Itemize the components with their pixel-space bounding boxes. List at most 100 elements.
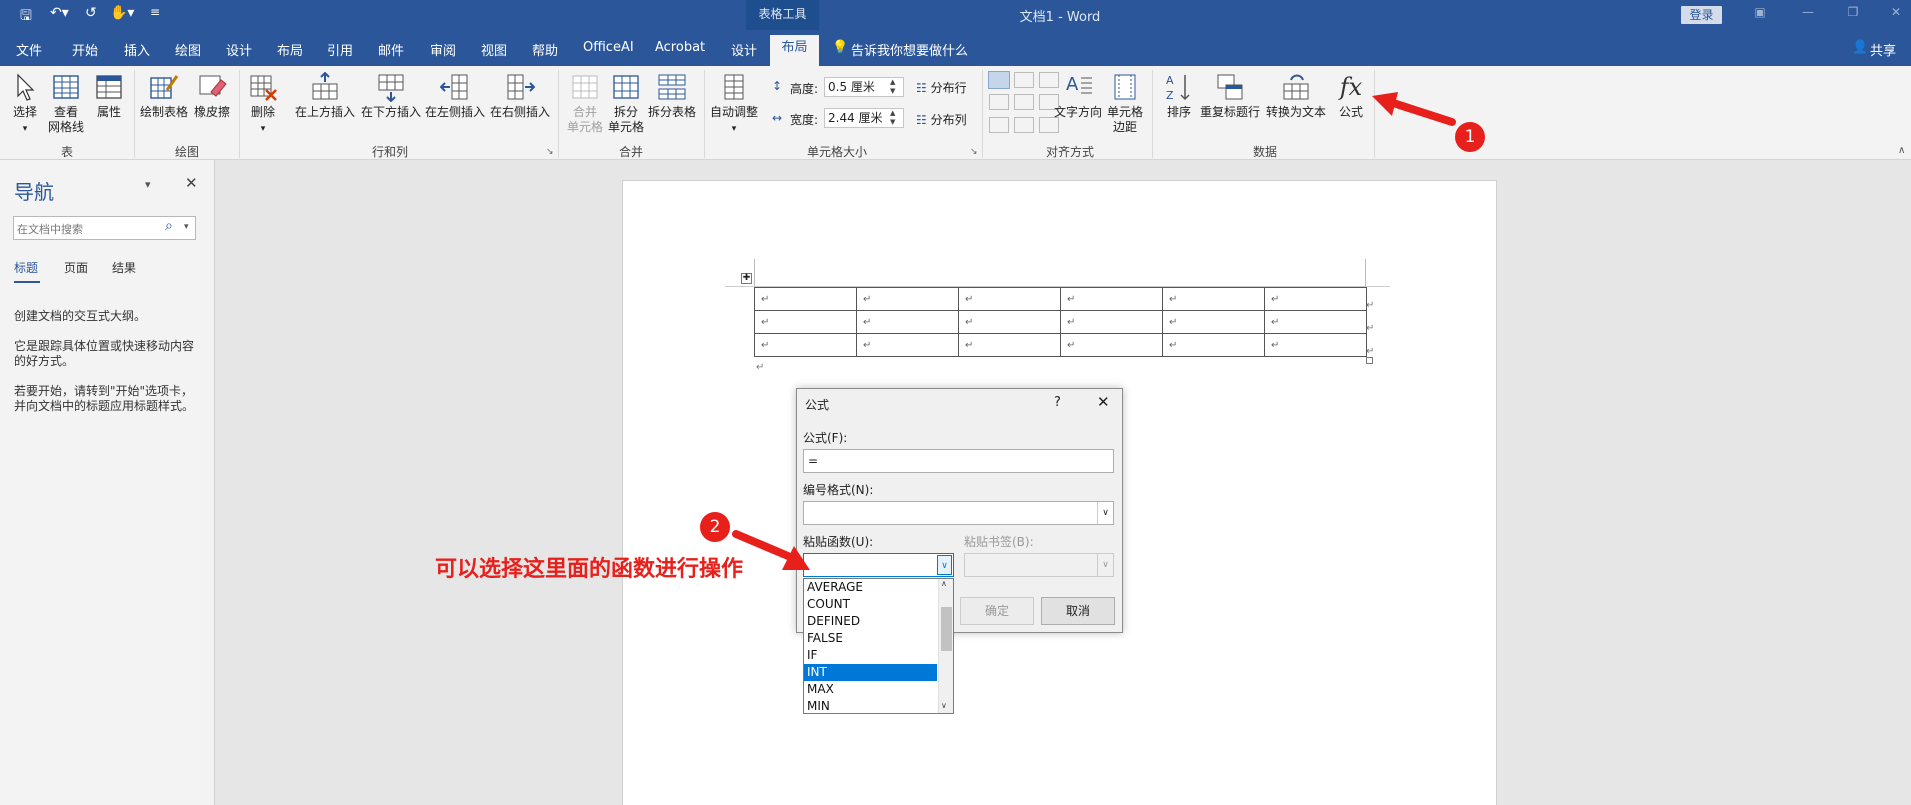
function-list-item[interactable]: MIN: [804, 698, 937, 713]
align-bottom-left-icon[interactable]: [989, 117, 1009, 133]
nav-tab-results[interactable]: 结果: [112, 259, 136, 276]
list-scrollbar[interactable]: ∧ ∨: [938, 579, 953, 713]
function-list-item[interactable]: FALSE: [804, 630, 937, 647]
properties-button[interactable]: 属性: [94, 72, 124, 120]
distribute-cols-button[interactable]: ☷ 分布列: [916, 111, 967, 128]
select-button[interactable]: 选择 ▾: [10, 72, 40, 137]
table-cell[interactable]: ↵: [856, 333, 959, 357]
nav-search-input[interactable]: 在文档中搜索 ⌕ ▾: [13, 216, 196, 240]
function-list-item[interactable]: AVERAGE: [804, 579, 937, 596]
chevron-down-icon[interactable]: ∨: [1097, 502, 1113, 524]
table-cell[interactable]: ↵: [958, 287, 1061, 311]
close-window-icon[interactable]: ✕: [1883, 5, 1909, 23]
chevron-down-icon[interactable]: ∨: [1097, 554, 1113, 576]
dialog-launcher-icon[interactable]: ↘: [970, 147, 978, 157]
table-cell[interactable]: ↵: [1264, 310, 1367, 334]
table-cell[interactable]: ↵: [856, 287, 959, 311]
nav-options-icon[interactable]: ▾: [145, 178, 151, 191]
nav-tab-pages[interactable]: 页面: [64, 259, 88, 276]
table-cell[interactable]: ↵: [1162, 310, 1265, 334]
tab-insert[interactable]: 插入: [124, 40, 150, 59]
table-resize-handle[interactable]: [1366, 357, 1373, 364]
function-list-item[interactable]: DEFINED: [804, 613, 937, 630]
login-button[interactable]: 登录: [1681, 6, 1722, 24]
restore-icon[interactable]: ❐: [1840, 5, 1866, 23]
merge-cells-button[interactable]: 合并 单元格: [567, 72, 603, 135]
repeat-header-button[interactable]: 重复标题行: [1200, 72, 1260, 120]
tab-home[interactable]: 开始: [72, 40, 98, 59]
align-top-left-icon[interactable]: [988, 71, 1010, 89]
function-list[interactable]: AVERAGE COUNT DEFINED FALSE IF INT MAX MIN ∧ ∨: [803, 578, 954, 714]
minimize-icon[interactable]: —: [1795, 5, 1821, 23]
scroll-down-icon[interactable]: ∨: [941, 701, 947, 710]
tab-table-layout[interactable]: 布局: [770, 35, 819, 66]
insert-right-button[interactable]: 在右侧插入: [490, 72, 550, 120]
tab-references[interactable]: 引用: [327, 40, 353, 59]
table-move-handle-icon[interactable]: ✚: [741, 273, 752, 284]
formula-input[interactable]: =: [803, 449, 1114, 473]
chevron-down-icon[interactable]: ∨: [937, 555, 952, 575]
scroll-up-icon[interactable]: ∧: [941, 579, 947, 588]
tab-file[interactable]: 文件: [16, 40, 42, 59]
table-cell[interactable]: ↵: [856, 310, 959, 334]
scroll-thumb[interactable]: [941, 607, 952, 651]
width-spinner-icon[interactable]: ▲ ▼: [890, 109, 895, 127]
text-direction-button[interactable]: A 文字方向: [1054, 72, 1102, 120]
insert-below-button[interactable]: 在下方插入: [361, 72, 421, 120]
undo-icon[interactable]: ↶▾: [50, 5, 69, 21]
tab-design[interactable]: 设计: [226, 40, 252, 59]
table-cell[interactable]: ↵: [1162, 287, 1265, 311]
formula-button[interactable]: fx 公式: [1336, 72, 1366, 120]
dialog-close-icon[interactable]: ✕: [1097, 393, 1110, 411]
align-top-center-icon[interactable]: [1014, 72, 1034, 88]
share-button[interactable]: 共享: [1870, 40, 1896, 59]
tab-view[interactable]: 视图: [481, 40, 507, 59]
save-icon[interactable]: 🖫: [20, 5, 32, 29]
search-icon[interactable]: ⌕: [165, 218, 173, 234]
cell-margins-button[interactable]: 单元格 边距: [1107, 72, 1143, 135]
convert-to-text-button[interactable]: 转换为文本: [1266, 72, 1326, 120]
cancel-button[interactable]: 取消: [1041, 597, 1115, 625]
tab-review[interactable]: 审阅: [430, 40, 456, 59]
tab-mailings[interactable]: 邮件: [378, 40, 404, 59]
align-middle-center-icon[interactable]: [1014, 94, 1034, 110]
tab-draw[interactable]: 绘图: [175, 40, 201, 59]
insert-left-button[interactable]: 在左侧插入: [425, 72, 485, 120]
insert-above-button[interactable]: 在上方插入: [295, 72, 355, 120]
paste-bookmark-select[interactable]: ∨: [964, 553, 1114, 577]
nav-tab-headings[interactable]: 标题: [14, 259, 38, 276]
tab-layout[interactable]: 布局: [277, 40, 303, 59]
split-table-button[interactable]: 拆分表格: [648, 72, 696, 120]
delete-button[interactable]: 删除 ▾: [248, 72, 278, 137]
redo-icon[interactable]: ↺: [85, 5, 97, 21]
ok-button[interactable]: 确定: [960, 597, 1034, 625]
table-cell[interactable]: ↵: [754, 310, 857, 334]
function-list-item[interactable]: IF: [804, 647, 937, 664]
nav-close-icon[interactable]: ✕: [185, 174, 198, 192]
function-list-item[interactable]: INT: [804, 664, 937, 681]
function-list-item[interactable]: COUNT: [804, 596, 937, 613]
tab-table-design[interactable]: 设计: [731, 40, 757, 59]
ribbon-display-icon[interactable]: ▣: [1747, 5, 1773, 23]
table-cell[interactable]: ↵: [1162, 333, 1265, 357]
table-cell[interactable]: ↵: [1264, 287, 1367, 311]
tab-help[interactable]: 帮助: [532, 40, 558, 59]
eraser-button[interactable]: 橡皮擦: [194, 72, 230, 120]
draw-table-button[interactable]: 绘制表格: [140, 72, 188, 120]
tell-me-search[interactable]: 告诉我你想要做什么: [851, 40, 968, 59]
table-cell[interactable]: ↵: [1060, 310, 1163, 334]
table-cell[interactable]: ↵: [1060, 333, 1163, 357]
table-cell[interactable]: ↵: [754, 287, 857, 311]
customize-qat-icon[interactable]: ≡: [150, 5, 160, 19]
dialog-help-button[interactable]: ?: [1054, 395, 1061, 410]
align-middle-left-icon[interactable]: [989, 94, 1009, 110]
document-table[interactable]: ↵ ↵ ↵ ↵ ↵ ↵ ↵ ↵ ↵ ↵ ↵ ↵ ↵ ↵ ↵ ↵ ↵ ↵: [754, 287, 1367, 357]
collapse-ribbon-icon[interactable]: ∧: [1898, 145, 1905, 156]
tab-officeai[interactable]: OfficeAI: [583, 40, 634, 55]
tab-acrobat[interactable]: Acrobat: [655, 40, 705, 55]
distribute-rows-button[interactable]: ☷ 分布行: [916, 79, 967, 96]
table-cell[interactable]: ↵: [1060, 287, 1163, 311]
paste-function-select[interactable]: ∨: [803, 553, 954, 577]
touch-mode-icon[interactable]: ✋▾: [110, 5, 134, 21]
table-cell[interactable]: ↵: [958, 333, 1061, 357]
